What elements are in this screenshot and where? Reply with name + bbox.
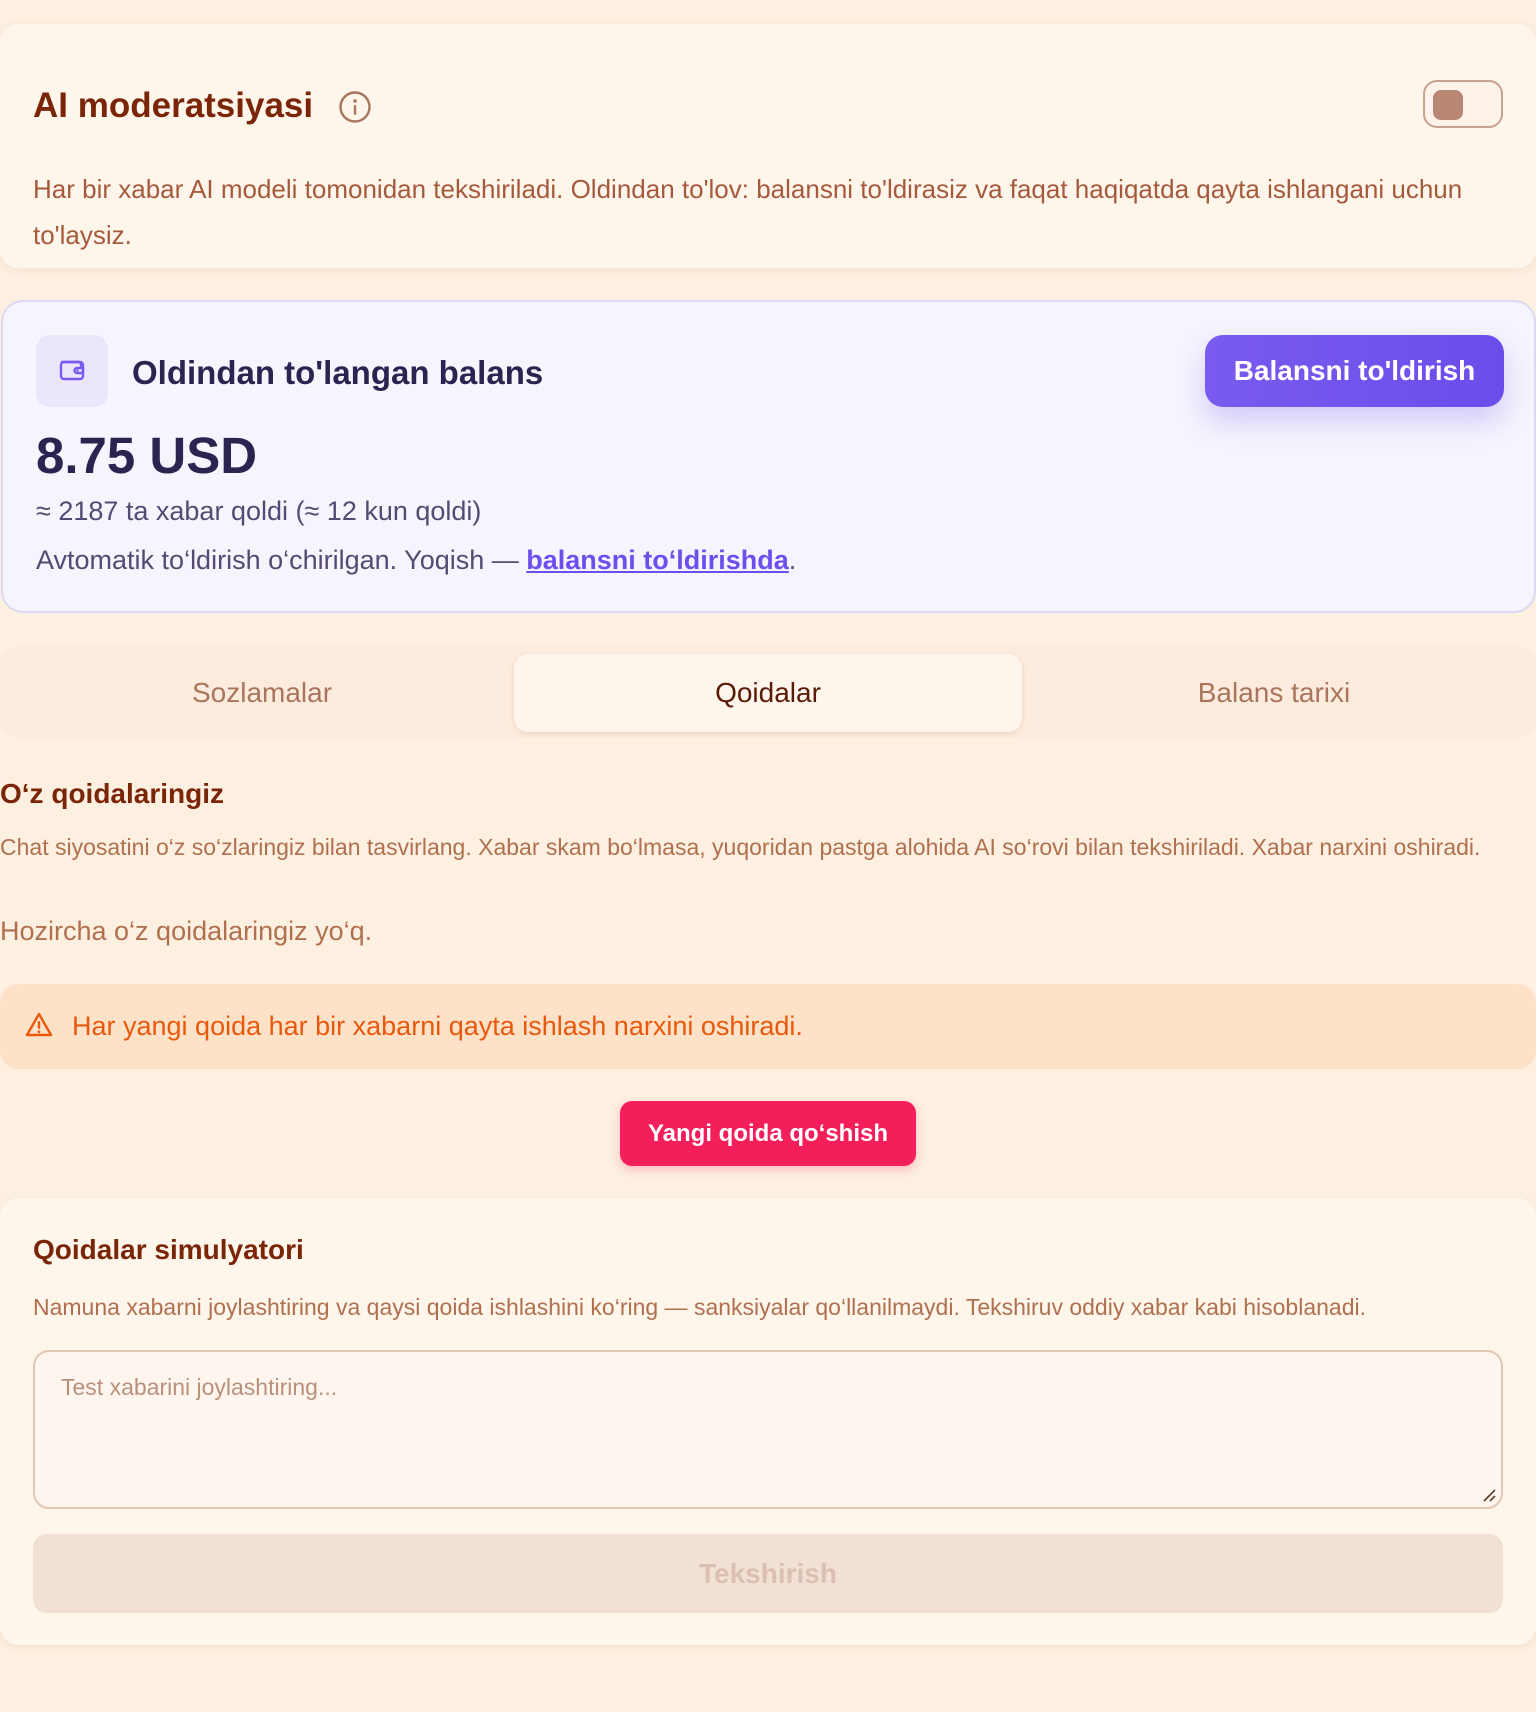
simulator-description: Namuna xabarni joylashtiring va qaysi qo… (33, 1294, 1366, 1320)
tab-settings[interactable]: Sozlamalar (8, 654, 516, 732)
check-button[interactable]: Tekshirish (33, 1534, 1503, 1613)
tab-rules[interactable]: Qoidalar (514, 654, 1022, 732)
tab-bar: Sozlamalar Qoidalar Balans tarixi (0, 646, 1536, 738)
add-rule-button[interactable]: Yangi qoida qo‘shish (620, 1101, 916, 1166)
test-message-placeholder: Test xabarini joylashtiring... (61, 1374, 338, 1400)
toggle-knob (1433, 90, 1463, 120)
topup-balance-button[interactable]: Balansni to'ldirish (1205, 335, 1504, 407)
moderation-description: Har bir xabar AI modeli tomonidan tekshi… (33, 174, 1463, 250)
tab-balance-history[interactable]: Balans tarixi (1020, 654, 1528, 732)
page: AI moderatsiyasi Har bir xabar AI modeli… (0, 0, 1536, 1712)
rules-empty-state: Hozircha o‘z qoidalaringiz yo‘q. (0, 916, 373, 946)
info-icon[interactable] (338, 90, 372, 124)
wallet-icon-box (36, 335, 108, 407)
warning-triangle-icon (24, 1010, 54, 1040)
moderation-toggle[interactable] (1423, 80, 1503, 128)
topup-link[interactable]: balansni to‘ldirishda (526, 545, 789, 575)
auto-topup-text: Avtomatik to‘ldirish o‘chirilgan. Yoqish… (36, 545, 527, 575)
rules-simulator-card: Qoidalar simulyatori Namuna xabarni joyl… (0, 1198, 1536, 1645)
auto-topup-status: Avtomatik to‘ldirish o‘chirilgan. Yoqish… (36, 545, 796, 576)
balance-title: Oldindan to'langan balans (132, 354, 544, 391)
rules-description: Chat siyosatini o‘z so‘zlaringiz bilan t… (0, 834, 1481, 860)
wallet-icon (56, 353, 88, 390)
balance-remaining: ≈ 2187 ta xabar qoldi (≈ 12 kun qoldi) (36, 496, 482, 526)
rules-title: O‘z qoidalaringiz (0, 778, 225, 809)
rules-warning: Har yangi qoida har bir xabarni qayta is… (0, 984, 1536, 1069)
warning-text: Har yangi qoida har bir xabarni qayta is… (72, 1011, 803, 1041)
ai-moderation-card: AI moderatsiyasi Har bir xabar AI modeli… (0, 24, 1536, 268)
moderation-title: AI moderatsiyasi (33, 86, 314, 125)
resize-handle-icon[interactable] (1481, 1487, 1497, 1503)
auto-topup-suffix: . (788, 545, 797, 575)
test-message-input[interactable]: Test xabarini joylashtiring... (33, 1350, 1503, 1509)
simulator-title: Qoidalar simulyatori (33, 1234, 304, 1265)
balance-card: Oldindan to'langan balans Balansni to'ld… (1, 300, 1536, 613)
balance-amount: 8.75 USD (36, 427, 258, 484)
